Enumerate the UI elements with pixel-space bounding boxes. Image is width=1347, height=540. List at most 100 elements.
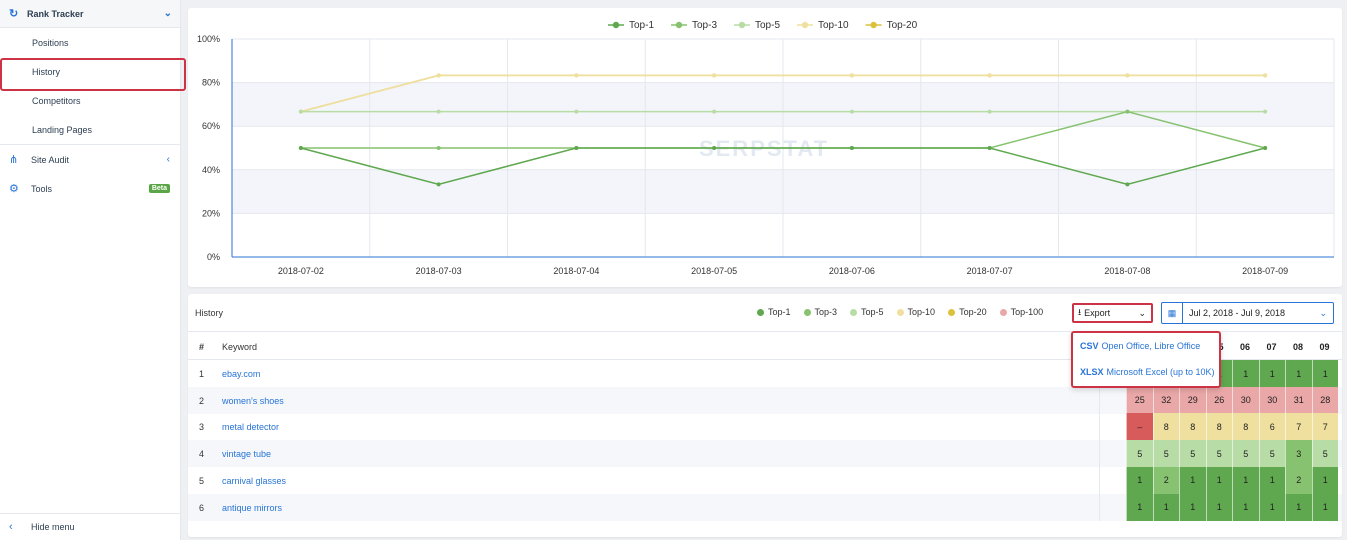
date-range-value: Jul 2, 2018 - Jul 9, 2018	[1189, 308, 1286, 318]
sidebar-item-landing-pages[interactable]: Landing Pages	[0, 115, 180, 144]
y-tick-label: 100%	[197, 34, 220, 44]
position-cell: 5	[1179, 440, 1206, 468]
row-number: 5	[199, 475, 205, 486]
position-cell: 1	[1205, 466, 1232, 494]
table-legend: Top-1 Top-3 Top-5 Top-10 Top-20 Top-100	[757, 307, 1056, 317]
y-tick-label: 80%	[202, 78, 220, 88]
x-tick-label: 2018-07-09	[1242, 266, 1288, 276]
calendar-icon: ▦	[1162, 303, 1183, 323]
position-cell: 5	[1311, 440, 1338, 468]
sidebar-item-label: Positions	[32, 37, 69, 48]
series-point-top-1	[574, 146, 579, 150]
series-point-top-1	[987, 146, 992, 150]
table-row: 4 vintage tube 5 5 5 5 5 5 3 5	[188, 440, 1342, 468]
position-cell: 1	[1232, 360, 1259, 387]
export-button[interactable]: ⭳ Export ⌄	[1072, 303, 1153, 323]
series-point-top-10	[987, 73, 992, 78]
position-cell: 1	[1311, 360, 1338, 387]
export-label: Export	[1084, 308, 1111, 318]
keyword-link[interactable]: vintage tube	[222, 449, 271, 459]
keyword-link[interactable]: ebay.com	[222, 369, 260, 379]
legend-label: Top-100	[1010, 307, 1044, 317]
legend-dot	[896, 308, 904, 316]
position-cell: 26	[1205, 386, 1232, 414]
series-point-top-10	[712, 73, 717, 78]
position-cell: 28	[1311, 386, 1338, 414]
series-point-top-5	[574, 109, 579, 114]
position-cell: 31	[1285, 386, 1312, 414]
position-cell: 2	[1285, 466, 1312, 494]
row-number: 3	[199, 422, 205, 433]
keyword-link[interactable]: carnival glasses	[222, 476, 286, 486]
legend-label: Top-5	[861, 307, 884, 317]
legend-label: Top-1	[629, 20, 654, 31]
position-cell: 7	[1285, 413, 1312, 441]
series-point-top-1	[298, 146, 303, 150]
series-point-top-1	[436, 182, 441, 187]
position-cell: 1	[1311, 466, 1338, 494]
sidebar-item-positions[interactable]: Positions	[0, 28, 180, 57]
export-xlsx-option[interactable]: XLSX Microsoft Excel (up to 10K)	[1073, 359, 1219, 385]
export-format: CSV	[1080, 341, 1099, 351]
sidebar-item-label: Landing Pages	[32, 124, 93, 135]
table-row: 3 metal detector –8 8 8 8 6 7 7	[188, 413, 1342, 441]
x-tick-label: 2018-07-02	[278, 266, 324, 276]
position-cell: 5	[1232, 440, 1259, 468]
series-point-top-10	[436, 73, 441, 78]
export-csv-option[interactable]: CSV Open Office, Libre Office	[1073, 333, 1219, 359]
row-number: 2	[199, 395, 205, 406]
keyword-link[interactable]: women's shoes	[222, 396, 284, 406]
keyword-link[interactable]: antique mirrors	[222, 503, 282, 513]
keyword-link[interactable]: metal detector	[222, 422, 279, 432]
sidebar-item-label: Tools	[31, 183, 53, 194]
position-cell: 1	[1179, 466, 1206, 494]
position-cell: 1	[1205, 493, 1232, 521]
row-number: 1	[199, 369, 205, 379]
chevron-down-icon: ⌄	[163, 8, 172, 19]
sidebar-header-label: Rank Tracker	[27, 8, 84, 19]
column-header-number: #	[199, 342, 205, 352]
sidebar-item-tools[interactable]: ⚙ Tools Beta	[0, 174, 180, 203]
export-format: XLSX	[1080, 367, 1104, 377]
position-cell: 32	[1152, 386, 1179, 414]
sitemap-icon: ⋔	[9, 154, 19, 166]
position-cell: 2	[1152, 466, 1179, 494]
legend-marker	[801, 21, 809, 29]
series-point-top-5	[712, 109, 717, 114]
position-cell: 1	[1152, 493, 1179, 521]
hide-menu-button[interactable]: ‹ Hide menu	[0, 513, 180, 540]
position-cell: 1	[1126, 466, 1153, 494]
row-number: 4	[199, 449, 205, 460]
sidebar: ↻ Rank Tracker ⌄ Positions History Compe…	[0, 0, 186, 540]
series-point-top-10	[849, 73, 854, 78]
series-point-top-1	[1125, 182, 1130, 187]
sidebar-item-label: Competitors	[32, 95, 81, 106]
y-tick-label: 20%	[202, 208, 220, 218]
legend-dot	[999, 308, 1007, 316]
series-point-top-5	[987, 109, 992, 114]
series-point-top-3	[436, 146, 441, 150]
chart-panel: 100% 80% 60% 40% 20% 0% 2018-07-02 2018-07-03 20…	[188, 8, 1342, 287]
legend-item: Top-100	[999, 307, 1044, 317]
position-cell: 29	[1179, 386, 1206, 414]
table-row: 6 antique mirrors 1 1 1 1 1 1 1 1	[188, 493, 1342, 521]
beta-badge: Beta	[148, 184, 170, 193]
x-tick-label: 2018-07-05	[691, 266, 737, 276]
gear-icon: ⚙	[9, 183, 19, 195]
position-cell: 1	[1126, 493, 1153, 521]
legend-item: Top-5	[850, 307, 884, 317]
history-icon: ↻	[9, 8, 19, 20]
column-header-keyword[interactable]: Keyword	[222, 342, 257, 352]
legend-marker	[612, 21, 620, 29]
legend-marker	[738, 21, 746, 29]
sidebar-item-site-audit[interactable]: ⋔ Site Audit ‹	[0, 145, 180, 174]
date-range-picker[interactable]: ▦ Jul 2, 2018 - Jul 9, 2018 ⌄	[1161, 302, 1334, 324]
position-cell: 1	[1232, 466, 1259, 494]
legend-dot	[850, 308, 858, 316]
legend-item: Top-10	[896, 307, 935, 317]
sidebar-item-history[interactable]: History	[0, 57, 186, 91]
series-point-top-10	[1263, 73, 1268, 78]
legend-item: Top-20	[948, 307, 987, 317]
sidebar-header-rank-tracker[interactable]: ↻ Rank Tracker ⌄	[0, 0, 180, 28]
legend-label: Top-3	[814, 307, 838, 317]
